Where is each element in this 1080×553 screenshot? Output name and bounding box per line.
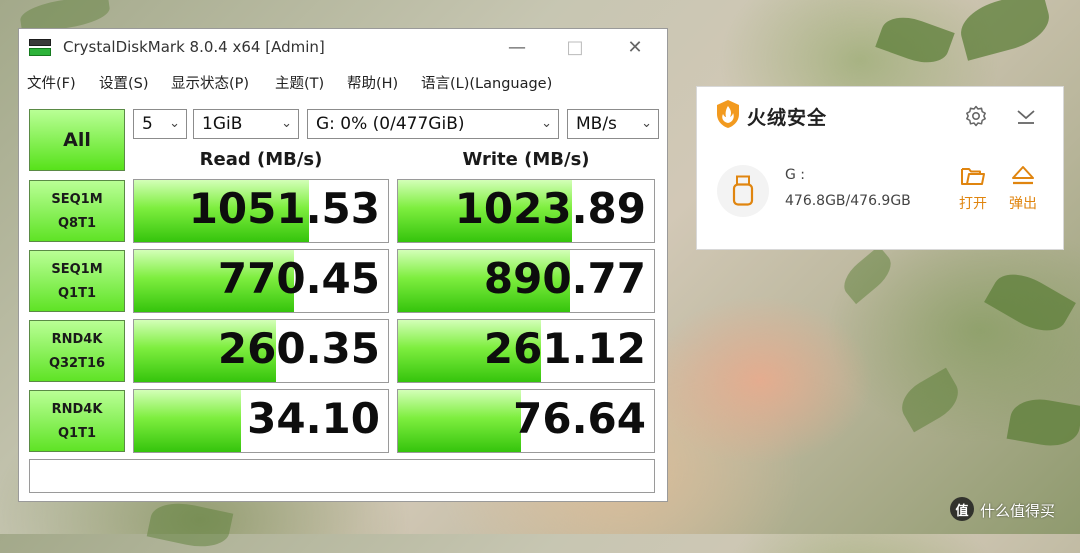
background-leaf — [894, 367, 966, 433]
write-speed-value: 890.77 — [483, 254, 646, 303]
background-leaf — [836, 245, 899, 305]
background-leaf — [984, 263, 1076, 342]
drive-capacity: 476.8GB/476.9GB — [785, 193, 911, 209]
app-icon — [29, 39, 51, 57]
open-label: 打开 — [959, 196, 987, 212]
minimize-button[interactable]: — — [497, 34, 537, 62]
background-leaf — [1006, 394, 1080, 451]
size-select[interactable]: 1GiB ⌄ — [193, 109, 299, 139]
write-speed-value: 76.64 — [513, 394, 646, 443]
eject-label: 弹出 — [1009, 196, 1037, 212]
title-bar[interactable]: CrystalDiskMark 8.0.4 x64 [Admin] — □ ✕ — [19, 29, 667, 67]
write-speed-bar — [398, 390, 521, 452]
count-select[interactable]: 5 ⌄ — [133, 109, 187, 139]
chevron-down-icon: ⌄ — [541, 116, 552, 131]
menu-theme[interactable]: 主题(T) — [275, 72, 324, 93]
size-value: 1GiB — [202, 114, 243, 134]
eject-button[interactable]: 弹出 — [1003, 165, 1043, 212]
write-speed-value: 261.12 — [483, 324, 646, 373]
crystaldiskmark-window: CrystalDiskMark 8.0.4 x64 [Admin] — □ ✕ … — [18, 28, 668, 502]
read-speed-bar — [134, 390, 241, 452]
gear-icon[interactable] — [965, 105, 987, 127]
menu-language[interactable]: 语言(L)(Language) — [421, 72, 552, 93]
write-speed-value: 1023.89 — [454, 184, 646, 233]
read-header: Read (MB/s) — [199, 149, 323, 170]
background-leaf — [955, 0, 1055, 61]
close-button[interactable]: ✕ — [615, 34, 655, 62]
background-leaf — [146, 497, 234, 553]
test-queue: Q1T1 — [57, 426, 96, 441]
read-speed-value: 260.35 — [217, 324, 380, 373]
menu-help[interactable]: 帮助(H) — [347, 72, 398, 93]
drive-select[interactable]: G: 0% (0/477GiB) ⌄ — [307, 109, 559, 139]
test-queue: Q32T16 — [48, 356, 106, 371]
watermark-logo-text: 值 — [955, 504, 969, 519]
menu-settings[interactable]: 设置(S) — [99, 72, 149, 93]
count-value: 5 — [142, 114, 153, 134]
maximize-button[interactable]: □ — [555, 34, 595, 62]
read-speed-value: 1051.53 — [188, 184, 380, 233]
chevron-down-icon: ⌄ — [641, 116, 652, 131]
drive-value: G: 0% (0/477GiB) — [316, 114, 465, 134]
chevron-down-icon: ⌄ — [281, 116, 292, 131]
watermark-text: 什么值得买 — [980, 502, 1056, 520]
collapse-icon[interactable] — [1015, 105, 1037, 127]
write-header: Write (MB/s) — [462, 149, 590, 170]
read-result-cell: 1051.53 — [133, 179, 389, 243]
menu-file[interactable]: 文件(F) — [27, 72, 76, 93]
test-label-2[interactable]: RND4K Q32T16 — [29, 320, 125, 382]
window-title: CrystalDiskMark 8.0.4 x64 [Admin] — [63, 38, 325, 56]
open-button[interactable]: 打开 — [953, 165, 993, 212]
test-name: RND4K — [51, 332, 103, 347]
write-result-cell: 261.12 — [397, 319, 655, 383]
write-result-cell: 890.77 — [397, 249, 655, 313]
read-speed-value: 770.45 — [217, 254, 380, 303]
huorong-panel: 火绒安全 G : 476.8GB/476.9GB 打开 弹出 — [696, 86, 1064, 250]
menu-bar: 文件(F) 设置(S) 显示状态(P) 主题(T) 帮助(H) 语言(L)(La… — [19, 69, 667, 95]
test-queue: Q1T1 — [57, 286, 96, 301]
test-name: RND4K — [51, 402, 103, 417]
test-name: SEQ1M — [51, 192, 103, 207]
read-result-cell: 770.45 — [133, 249, 389, 313]
read-result-cell: 34.10 — [133, 389, 389, 453]
unit-select[interactable]: MB/s ⌄ — [567, 109, 659, 139]
test-name: SEQ1M — [51, 262, 103, 277]
chevron-down-icon: ⌄ — [169, 116, 180, 131]
huorong-title: 火绒安全 — [747, 107, 828, 129]
write-result-cell: 76.64 — [397, 389, 655, 453]
test-queue: Q8T1 — [57, 216, 96, 231]
read-result-cell: 260.35 — [133, 319, 389, 383]
test-label-1[interactable]: SEQ1M Q1T1 — [29, 250, 125, 312]
all-button[interactable]: All — [29, 109, 125, 171]
test-label-0[interactable]: SEQ1M Q8T1 — [29, 180, 125, 242]
menu-display[interactable]: 显示状态(P) — [171, 72, 249, 93]
watermark-logo: 值 — [950, 497, 974, 521]
write-result-cell: 1023.89 — [397, 179, 655, 243]
eject-icon — [1012, 166, 1034, 185]
folder-icon — [961, 168, 985, 185]
read-speed-value: 34.10 — [247, 394, 380, 443]
test-label-3[interactable]: RND4K Q1T1 — [29, 390, 125, 452]
huorong-logo-icon — [717, 100, 739, 128]
unit-value: MB/s — [576, 114, 617, 134]
comment-field[interactable] — [29, 459, 655, 493]
background-leaf — [875, 9, 955, 71]
usb-drive-icon — [717, 165, 769, 217]
drive-name: G : — [785, 167, 806, 183]
